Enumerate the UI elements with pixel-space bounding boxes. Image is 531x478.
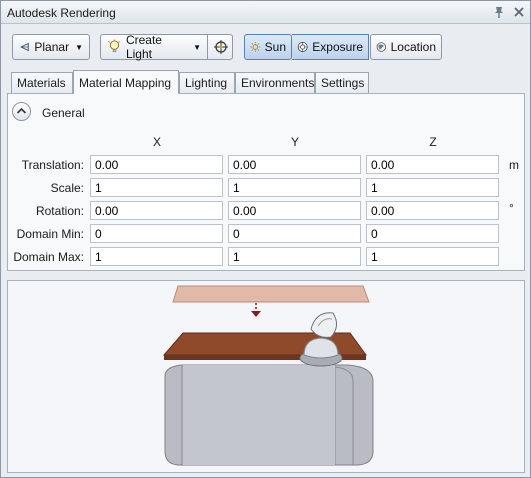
- projection-arrow-head: [251, 311, 261, 317]
- column-header-z: Z: [429, 135, 437, 149]
- planar-icon: [20, 42, 29, 52]
- lamp-shade: [310, 312, 337, 338]
- light-bulb-icon: [107, 39, 121, 53]
- rotation-y-input[interactable]: [228, 201, 361, 220]
- domain-max-label: Domain Max:: [13, 250, 84, 264]
- target-button[interactable]: [208, 35, 233, 59]
- translation-label: Translation:: [21, 158, 84, 172]
- rendering-window: Autodesk Rendering Planar ▼ Create Light…: [0, 0, 531, 478]
- sun-toggle[interactable]: Sun: [244, 34, 292, 60]
- mapping-preview: [7, 280, 525, 473]
- create-light-group: Create Light ▼: [100, 33, 233, 61]
- scale-label: Scale:: [50, 181, 84, 195]
- rotation-x-input[interactable]: [90, 201, 223, 220]
- exposure-toggle[interactable]: Exposure: [292, 34, 369, 60]
- domain-max-z-input[interactable]: [366, 247, 499, 266]
- domain-min-label: Domain Min:: [16, 227, 84, 241]
- projection-plane: [172, 285, 370, 303]
- tab-settings[interactable]: Settings: [315, 72, 369, 93]
- window-title: Autodesk Rendering: [7, 6, 116, 20]
- scale-x-input[interactable]: [90, 178, 223, 197]
- tab-environments[interactable]: Environments: [235, 72, 315, 93]
- translation-y-input[interactable]: [228, 155, 361, 174]
- collapse-button[interactable]: [12, 102, 31, 121]
- translation-z-input[interactable]: [366, 155, 499, 174]
- location-icon: [376, 42, 386, 52]
- location-button[interactable]: Location: [370, 34, 442, 60]
- exposure-icon: [297, 42, 308, 52]
- toolbar: Planar ▼ Create Light ▼ Sun Exposure Loc…: [1, 25, 530, 69]
- planar-label: Planar: [34, 40, 70, 54]
- chevron-down-icon: ▼: [193, 42, 201, 52]
- target-icon: [213, 40, 228, 54]
- domain-min-x-input[interactable]: [90, 224, 223, 243]
- planar-dropdown[interactable]: Planar ▼: [12, 34, 90, 60]
- domain-min-z-input[interactable]: [366, 224, 499, 243]
- general-panel: General X Y Z Translation: m Scale: Rota…: [7, 93, 525, 271]
- tab-material-mapping[interactable]: Material Mapping: [73, 70, 179, 94]
- rotation-unit: °: [509, 201, 514, 215]
- create-light-label: Create Light: [125, 33, 162, 61]
- column-header-x: X: [152, 135, 161, 149]
- tab-materials[interactable]: Materials: [11, 72, 73, 93]
- domain-min-y-input[interactable]: [228, 224, 361, 243]
- exposure-label: Exposure: [312, 40, 363, 54]
- rotation-label: Rotation:: [35, 204, 84, 218]
- tab-lighting[interactable]: Lighting: [179, 72, 235, 93]
- sun-label: Sun: [264, 40, 286, 54]
- chevron-down-icon: ▼: [75, 42, 83, 52]
- domain-max-y-input[interactable]: [228, 247, 361, 266]
- rotation-z-input[interactable]: [366, 201, 499, 220]
- translation-unit: m: [509, 158, 519, 172]
- sun-icon: [250, 42, 261, 52]
- collapse-icon: [16, 107, 27, 114]
- column-header-y: Y: [290, 135, 299, 149]
- scale-y-input[interactable]: [228, 178, 361, 197]
- close-icon[interactable]: [512, 5, 526, 19]
- preview-scene: [162, 285, 374, 466]
- group-title: General: [42, 106, 85, 120]
- location-label: Location: [390, 40, 436, 54]
- scale-z-input[interactable]: [366, 178, 499, 197]
- create-light-button[interactable]: Create Light ▼: [101, 33, 207, 61]
- domain-max-x-input[interactable]: [90, 247, 223, 266]
- pin-icon[interactable]: [492, 5, 506, 19]
- title-bar: Autodesk Rendering: [1, 1, 530, 24]
- translation-x-input[interactable]: [90, 155, 223, 174]
